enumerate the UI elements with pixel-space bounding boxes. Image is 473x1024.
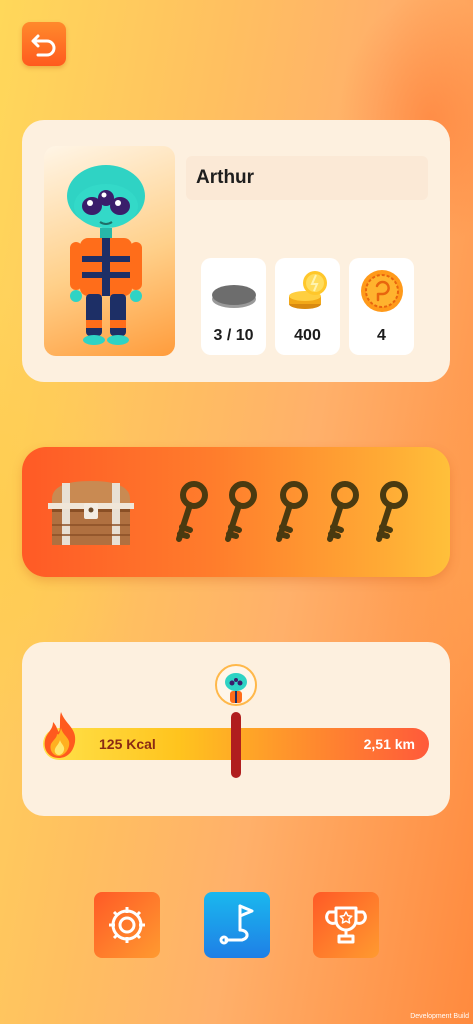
stones-value: 3 / 10 xyxy=(213,327,254,344)
medals-value: 4 xyxy=(377,327,386,344)
player-name: Arthur xyxy=(196,167,255,188)
treasure-chest-icon xyxy=(48,481,134,545)
key-icon xyxy=(327,481,359,542)
kcal-label: 125 Kcal xyxy=(99,736,156,752)
progress-marker-avatar[interactable] xyxy=(215,664,257,706)
medal-coin-icon xyxy=(361,270,403,312)
key-icon xyxy=(176,481,208,542)
back-button[interactable] xyxy=(22,22,66,66)
settings-icon xyxy=(109,907,145,943)
trophy-button[interactable] xyxy=(313,892,379,958)
alien-character-icon xyxy=(67,165,145,345)
profile-card: Arthur 3 / 10 400 4 xyxy=(22,120,450,382)
coins-stat[interactable]: 400 xyxy=(275,258,340,355)
back-arrow-icon xyxy=(31,34,56,57)
trophy-icon xyxy=(325,906,367,944)
coins-value: 400 xyxy=(294,327,321,344)
keys-banner[interactable] xyxy=(22,447,450,577)
alien-avatar[interactable] xyxy=(44,146,175,356)
player-name-field[interactable]: Arthur xyxy=(186,156,428,200)
key-icon xyxy=(225,481,257,542)
alien-face-icon xyxy=(225,673,247,703)
distance-card: 125 Kcal 2,51 km xyxy=(22,642,450,816)
stones-stat[interactable]: 3 / 10 xyxy=(201,258,266,355)
settings-button[interactable] xyxy=(94,892,160,958)
route-flag-icon xyxy=(219,904,254,945)
km-label: 2,51 km xyxy=(363,736,415,752)
dev-build-label: Development Build xyxy=(410,1013,469,1020)
medals-stat[interactable]: 4 xyxy=(349,258,414,355)
route-button[interactable] xyxy=(204,892,270,958)
stone-icon xyxy=(212,285,256,308)
coins-icon xyxy=(289,271,327,309)
fire-icon xyxy=(44,712,76,758)
key-icon xyxy=(276,481,308,542)
progress-marker[interactable] xyxy=(231,712,241,778)
key-icon xyxy=(376,481,408,542)
